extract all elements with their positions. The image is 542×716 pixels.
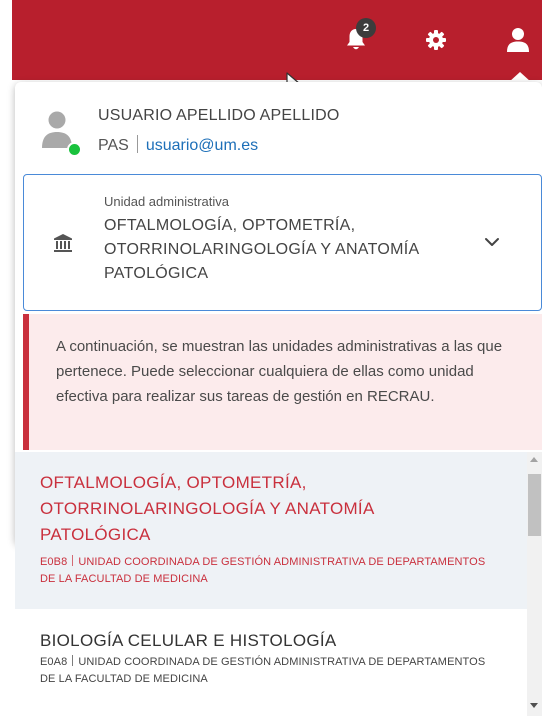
- settings-button[interactable]: [420, 24, 452, 56]
- unit-select-label: Unidad administrativa: [104, 194, 230, 209]
- scroll-down-arrow-icon[interactable]: [530, 703, 538, 708]
- unit-list-item[interactable]: BIOLOGÍA CELULAR E HISTOLOGÍA E0A8 UNIDAD…: [15, 610, 527, 716]
- unit-parent: UNIDAD COORDINADA DE GESTIÓN ADMINISTRAT…: [40, 556, 486, 585]
- unit-title: OFTALMOLOGÍA, OPTOMETRÍA, OTORRINOLARING…: [40, 473, 374, 544]
- units-list: OFTALMOLOGÍA, OPTOMETRÍA, OTORRINOLARING…: [15, 452, 527, 716]
- user-role: PAS: [98, 137, 129, 154]
- institution-icon: [54, 234, 72, 252]
- scroll-up-arrow-icon[interactable]: [530, 457, 538, 462]
- unit-code: E0B8: [40, 556, 68, 568]
- dropdown-caret: [509, 72, 531, 82]
- gear-icon: [426, 30, 446, 50]
- user-meta: PAS usuario@um.es: [98, 135, 258, 155]
- unit-title: BIOLOGÍA CELULAR E HISTOLOGÍA: [40, 631, 337, 650]
- user-icon: [507, 28, 529, 52]
- unit-parent: UNIDAD COORDINADA DE GESTIÓN ADMINISTRAT…: [40, 656, 486, 685]
- info-alert: A continuación, se muestran las unidades…: [23, 314, 542, 450]
- notification-count-badge: 2: [356, 18, 376, 38]
- list-scrollbar[interactable]: [527, 452, 542, 716]
- user-menu-button[interactable]: [502, 24, 534, 56]
- online-status-dot: [67, 142, 82, 157]
- separator: [72, 555, 74, 566]
- unit-select[interactable]: Unidad administrativa OFTALMOLOGÍA, OPTO…: [23, 174, 542, 311]
- user-email-link[interactable]: usuario@um.es: [146, 137, 258, 154]
- scroll-thumb[interactable]: [528, 474, 541, 536]
- unit-select-value: OFTALMOLOGÍA, OPTOMETRÍA, OTORRINOLARING…: [104, 217, 419, 282]
- unit-subtitle: E0B8 UNIDAD COORDINADA DE GESTIÓN ADMINIS…: [40, 554, 500, 588]
- chevron-down-icon[interactable]: [484, 237, 500, 247]
- top-bar: 2: [12, 0, 542, 80]
- notifications-button[interactable]: 2: [340, 18, 376, 56]
- info-alert-text: A continuación, se muestran las unidades…: [56, 338, 503, 405]
- separator: [136, 135, 138, 153]
- unit-list-item-selected[interactable]: OFTALMOLOGÍA, OPTOMETRÍA, OTORRINOLARING…: [15, 452, 527, 609]
- unit-subtitle: E0A8 UNIDAD COORDINADA DE GESTIÓN ADMINIS…: [40, 654, 500, 688]
- unit-code: E0A8: [40, 656, 68, 668]
- user-info: USUARIO APELLIDO APELLIDO PAS usuario@um.…: [15, 82, 542, 172]
- separator: [72, 655, 74, 666]
- user-name: USUARIO APELLIDO APELLIDO: [98, 107, 340, 124]
